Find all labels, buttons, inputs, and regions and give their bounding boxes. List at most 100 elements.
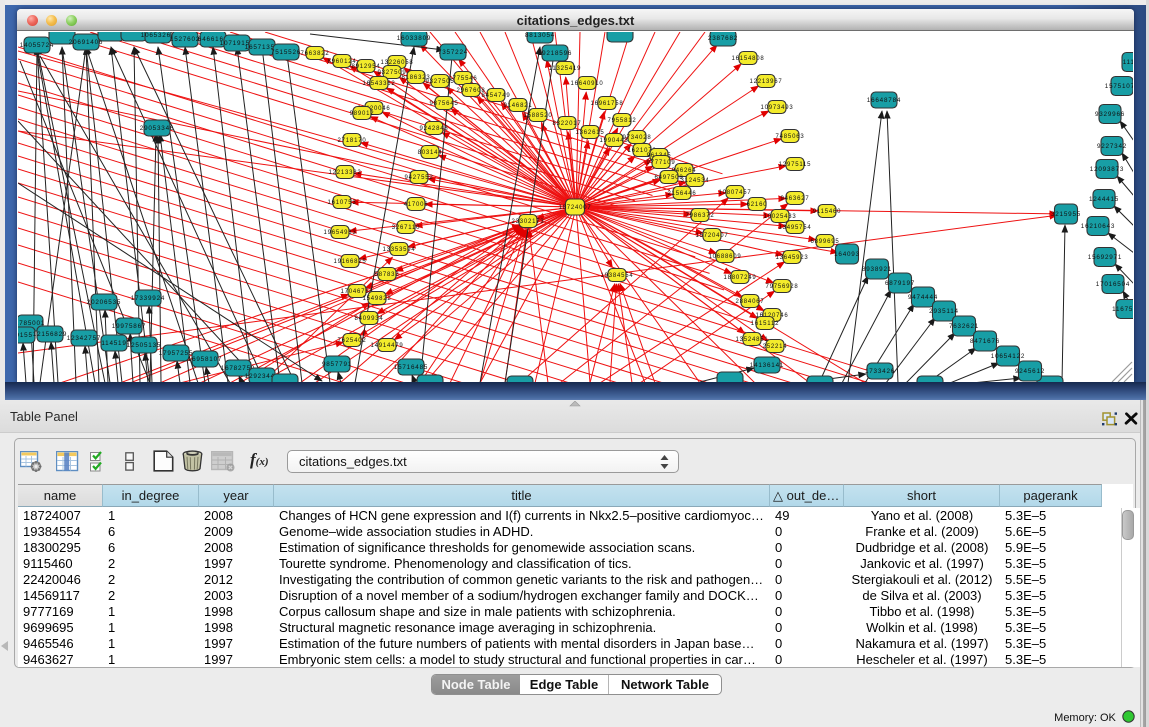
svg-text:9777109: 9777109	[647, 160, 676, 166]
svg-text:20691406: 20691406	[69, 39, 103, 46]
svg-text:9427552: 9427552	[405, 175, 434, 181]
svg-text:12505135: 12505135	[127, 342, 161, 349]
svg-text:1362615: 1362615	[576, 130, 605, 136]
svg-text:19654933: 19654933	[323, 230, 356, 236]
svg-text:1527602: 1527602	[170, 36, 200, 43]
svg-text:14055724: 14055724	[20, 42, 54, 49]
svg-text:2718170: 2718170	[338, 138, 367, 144]
svg-text:16543362: 16543362	[362, 81, 395, 87]
svg-text:1549822: 1549822	[363, 296, 392, 302]
svg-text:7632621: 7632621	[949, 323, 979, 330]
svg-text:20206535: 20206535	[87, 299, 121, 306]
svg-text:11122: 11122	[1123, 59, 1133, 66]
svg-text:12975115: 12975115	[779, 162, 812, 168]
svg-text:1244415: 1244415	[1089, 196, 1119, 203]
svg-text:9242848: 9242848	[420, 126, 449, 132]
svg-text:9115460: 9115460	[813, 209, 842, 215]
svg-text:19218596: 19218596	[538, 50, 572, 57]
svg-text:16640910: 16640910	[570, 81, 603, 87]
svg-text:3215955: 3215955	[1051, 211, 1081, 218]
svg-text:7357224: 7357224	[438, 49, 468, 56]
svg-text:8454749: 8454749	[482, 93, 511, 99]
svg-text:989012: 989012	[350, 111, 375, 117]
svg-text:16154808: 16154808	[731, 56, 764, 62]
svg-text:9474444: 9474444	[908, 294, 938, 301]
svg-text:1615112: 1615112	[751, 321, 780, 327]
svg-text:2387682: 2387682	[708, 35, 738, 42]
svg-text:11325419: 11325419	[549, 66, 582, 72]
svg-text:6497508: 6497508	[655, 175, 684, 181]
svg-text:79756928: 79756928	[765, 284, 798, 290]
svg-text:18724007: 18724007	[558, 205, 591, 211]
svg-text:15751074: 15751074	[1105, 83, 1133, 90]
svg-text:7515526: 7515526	[271, 49, 301, 56]
svg-text:15692971: 15692971	[1088, 254, 1122, 261]
svg-text:1733426: 1733426	[865, 368, 895, 375]
svg-text:16958107: 16958107	[188, 356, 222, 363]
svg-text:12213967: 12213967	[749, 79, 782, 85]
svg-text:9329966: 9329966	[1095, 111, 1125, 118]
svg-text:803144: 803144	[418, 150, 443, 156]
svg-text:29053346: 29053346	[140, 125, 174, 132]
svg-text:7485063: 7485063	[776, 134, 805, 140]
svg-text:7955812: 7955812	[608, 118, 637, 124]
svg-text:15716485: 15716485	[394, 364, 428, 371]
svg-text:23302173: 23302173	[511, 219, 544, 225]
svg-text:7986372: 7986372	[686, 213, 715, 219]
svg-text:12342757: 12342757	[67, 335, 101, 342]
svg-text:8912954: 8912954	[352, 64, 381, 70]
svg-text:17016504: 17016504	[1096, 281, 1130, 288]
svg-text:3267110: 3267110	[392, 225, 421, 231]
svg-text:9875645: 9875645	[430, 101, 459, 107]
svg-text:587832: 587832	[375, 272, 400, 278]
svg-text:16648784: 16648784	[867, 97, 901, 104]
svg-text:252214: 252214	[763, 344, 788, 350]
svg-text:15720407: 15720407	[695, 233, 728, 239]
svg-text:9245612: 9245612	[1015, 368, 1045, 375]
svg-text:2156446: 2156446	[668, 191, 697, 197]
svg-text:8471676: 8471676	[970, 338, 1000, 345]
svg-text:114519: 114519	[101, 340, 126, 347]
svg-text:13353594: 13353594	[382, 247, 415, 253]
svg-text:1167534: 1167534	[1112, 306, 1133, 313]
svg-text:6879197: 6879197	[885, 280, 915, 287]
svg-text:9734028: 9734028	[623, 135, 652, 141]
svg-text:10688609: 10688609	[708, 254, 741, 260]
svg-text:9146821: 9146821	[504, 103, 533, 109]
svg-text:9857791: 9857791	[322, 361, 352, 368]
svg-text:14136141: 14136141	[750, 362, 784, 369]
svg-text:7625402: 7625402	[338, 338, 367, 344]
svg-text:19166825: 19166825	[333, 259, 366, 265]
svg-text:12093873: 12093873	[1090, 166, 1124, 173]
svg-text:12156829: 12156829	[33, 331, 67, 338]
svg-text:13495754: 13495754	[778, 225, 811, 231]
svg-text:16210643: 16210643	[1081, 223, 1115, 230]
svg-text:18807249: 18807249	[723, 275, 756, 281]
svg-text:13524851: 13524851	[735, 337, 768, 343]
svg-text:19975867: 19975867	[112, 323, 146, 330]
svg-text:13645923: 13645923	[775, 255, 808, 261]
svg-text:6899695: 6899695	[811, 239, 840, 245]
svg-text:10807457: 10807457	[718, 190, 751, 196]
svg-text:2884067: 2884067	[736, 299, 765, 305]
svg-text:16961758: 16961758	[590, 101, 623, 107]
svg-text:8322017: 8322017	[553, 121, 582, 127]
svg-text:39155: 39155	[18, 332, 33, 339]
svg-text:2935114: 2935114	[929, 308, 959, 315]
svg-text:7663822: 7663822	[301, 51, 330, 57]
svg-text:1588520: 1588520	[524, 113, 553, 119]
svg-text:1775546: 1775546	[449, 76, 478, 82]
svg-text:12213382: 12213382	[328, 170, 361, 176]
svg-text:14914479: 14914479	[370, 343, 403, 349]
svg-text:10973493: 10973493	[760, 105, 793, 111]
svg-text:62160: 62160	[747, 202, 768, 208]
svg-text:1610753: 1610753	[328, 200, 357, 206]
svg-text:10025433: 10025433	[763, 214, 796, 220]
svg-text:417006: 417006	[404, 202, 429, 208]
svg-text:8938921: 8938921	[862, 266, 892, 273]
svg-text:16033809: 16033809	[397, 35, 431, 42]
svg-text:10654122: 10654122	[991, 353, 1025, 360]
svg-text:8813054: 8813054	[525, 32, 555, 39]
svg-text:17339924: 17339924	[131, 295, 165, 302]
svg-text:164093: 164093	[834, 251, 860, 258]
